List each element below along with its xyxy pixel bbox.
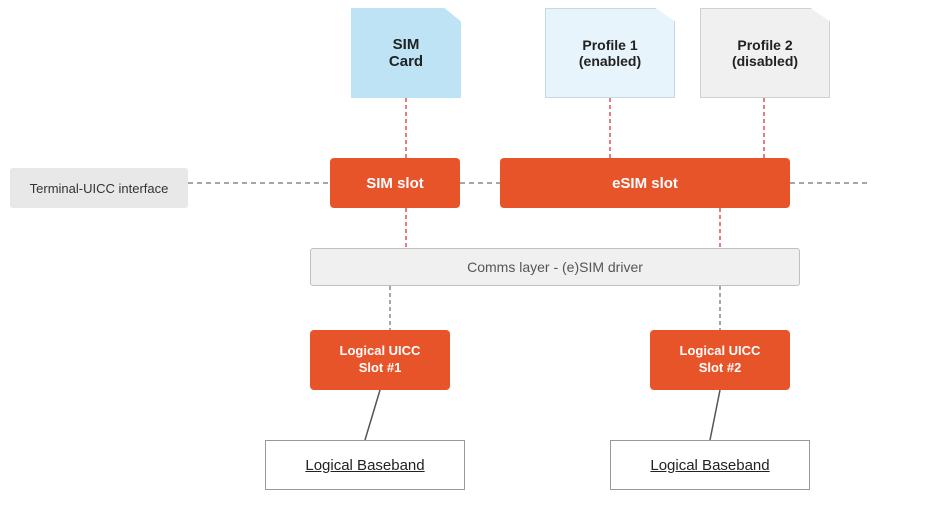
profile2-card-box: Profile 2 (disabled)	[700, 8, 830, 98]
profile1-card-box: Profile 1 (enabled)	[545, 8, 675, 98]
profile2-label: Profile 2 (disabled)	[732, 37, 798, 69]
esim-slot-box: eSIM slot	[500, 158, 790, 208]
baseband2-label: Logical Baseband	[650, 457, 769, 474]
sim-card-box: SIM Card	[351, 8, 461, 98]
sim-slot-label: SIM slot	[366, 175, 424, 192]
esim-slot-label: eSIM slot	[612, 175, 678, 192]
baseband2-box: Logical Baseband	[610, 440, 810, 490]
comms-layer-box: Comms layer - (e)SIM driver	[310, 248, 800, 286]
logical-uicc1-box: Logical UICC Slot #1	[310, 330, 450, 390]
logical-uicc1-label: Logical UICC Slot #1	[340, 343, 421, 377]
logical-uicc2-box: Logical UICC Slot #2	[650, 330, 790, 390]
baseband1-box: Logical Baseband	[265, 440, 465, 490]
diagram-container: SIM Card Profile 1 (enabled) Profile 2 (…	[0, 0, 935, 519]
profile1-label: Profile 1 (enabled)	[579, 37, 641, 69]
terminal-uicc-label: Terminal-UICC interface	[10, 168, 188, 208]
sim-card-label: SIM Card	[389, 36, 423, 70]
sim-slot-box: SIM slot	[330, 158, 460, 208]
logical-uicc2-label: Logical UICC Slot #2	[680, 343, 761, 377]
baseband1-label: Logical Baseband	[305, 457, 424, 474]
comms-layer-label: Comms layer - (e)SIM driver	[467, 259, 643, 275]
terminal-uicc-text: Terminal-UICC interface	[30, 181, 169, 196]
